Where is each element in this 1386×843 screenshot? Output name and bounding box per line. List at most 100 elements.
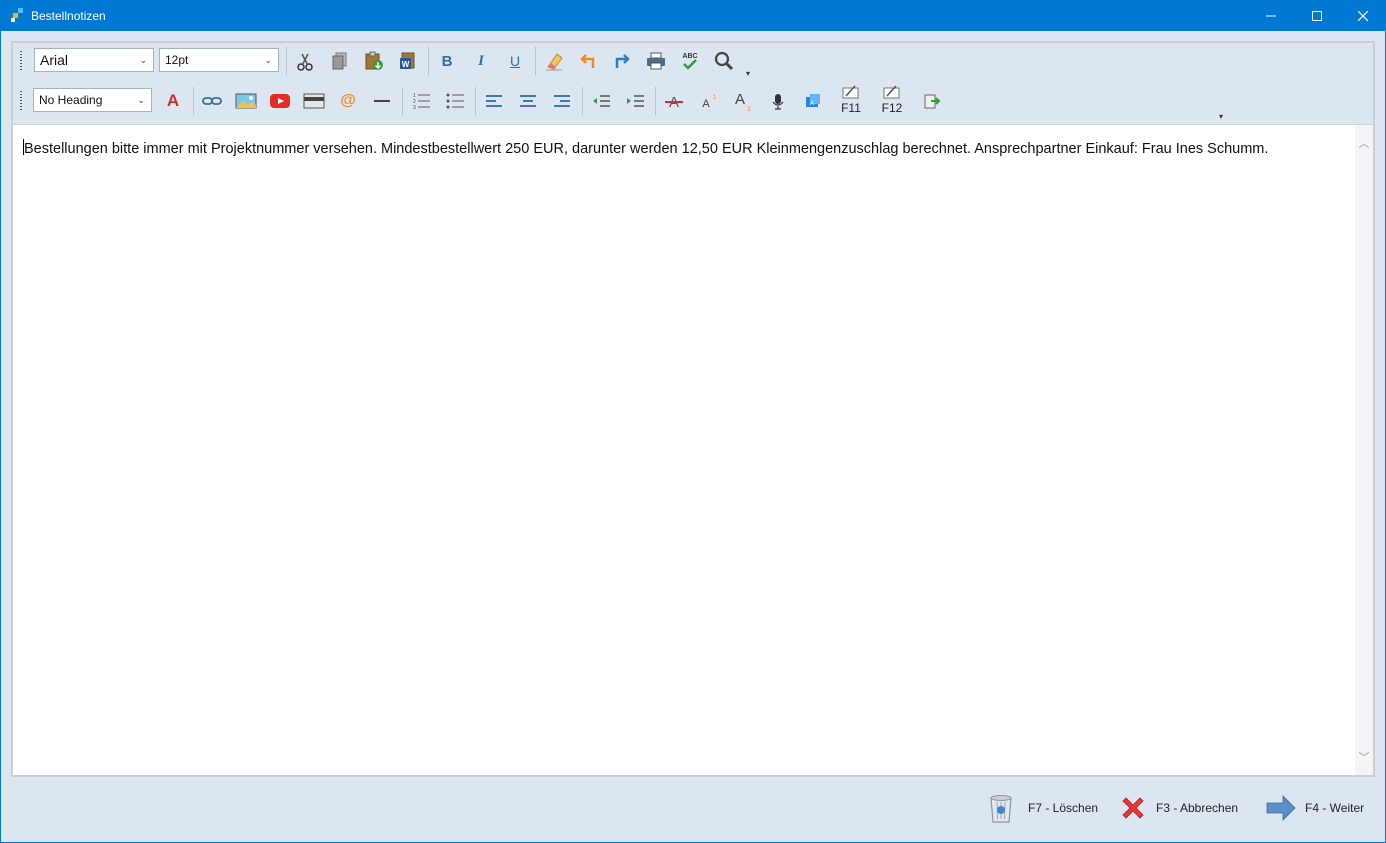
- font-color-icon: A: [166, 91, 180, 110]
- spellcheck-icon: ABC: [682, 53, 698, 70]
- superscript-button[interactable]: A 1: [695, 88, 721, 114]
- delete-label: F7 - Löschen: [1028, 801, 1099, 815]
- maximize-button[interactable]: [1294, 0, 1340, 31]
- close-button[interactable]: [1340, 0, 1386, 31]
- heading-select[interactable]: No Heading ⌄: [33, 88, 152, 112]
- arrow-right-icon: [1266, 795, 1296, 821]
- f12-button[interactable]: F12: [879, 84, 905, 116]
- svg-text:1: 1: [747, 106, 751, 113]
- toolbar-separator: [428, 47, 429, 75]
- print-icon: [647, 52, 665, 70]
- cut-button[interactable]: [292, 49, 318, 75]
- indent-button[interactable]: [622, 88, 648, 114]
- outdent-button[interactable]: [588, 88, 614, 114]
- translate-button[interactable]: A: [800, 88, 826, 114]
- bullet-list-icon: [446, 93, 464, 109]
- bullet-list-button[interactable]: [442, 88, 468, 114]
- next-button[interactable]: F4 - Weiter: [1265, 791, 1364, 825]
- email-icon: @: [340, 92, 356, 109]
- svg-text:A: A: [810, 101, 814, 107]
- undo-button[interactable]: [575, 48, 601, 74]
- print-button[interactable]: [643, 48, 669, 74]
- link-button[interactable]: [199, 88, 225, 114]
- card-icon: [303, 93, 325, 109]
- horizontal-rule-button[interactable]: [369, 88, 395, 114]
- heading-value: No Heading: [39, 93, 103, 107]
- export-icon: [924, 94, 941, 109]
- cancel-button[interactable]: F3 - Abbrechen: [1118, 791, 1238, 825]
- copy-button[interactable]: [327, 48, 353, 74]
- search-button[interactable]: [711, 48, 737, 74]
- f11-button[interactable]: F11: [838, 84, 864, 116]
- toolbar-separator: [193, 87, 194, 115]
- align-right-icon: [554, 95, 570, 107]
- f11-label: F11: [841, 101, 861, 115]
- svg-text:W: W: [402, 60, 410, 69]
- export-button[interactable]: [919, 88, 945, 114]
- toolbar-overflow-icon[interactable]: ▾: [1219, 112, 1223, 121]
- link-icon: [202, 97, 222, 105]
- youtube-button[interactable]: [267, 88, 293, 114]
- subscript-button[interactable]: A 1: [729, 88, 755, 114]
- indent-icon: [627, 95, 644, 107]
- font-size-select[interactable]: 12pt ⌄: [159, 48, 279, 72]
- font-color-button[interactable]: A: [160, 88, 186, 114]
- numbered-list-button[interactable]: 1 2 3: [408, 88, 434, 114]
- svg-text:ABC: ABC: [682, 53, 697, 60]
- subscript-icon: A 1: [735, 91, 751, 113]
- italic-button[interactable]: I: [468, 48, 494, 74]
- html-editor: Arial ⌄ 12pt ⌄ W B I U ABC ▾ No Heading …: [11, 41, 1375, 777]
- microphone-icon: [772, 94, 784, 110]
- f12-icon: [883, 85, 900, 99]
- trash-icon: [990, 795, 1012, 823]
- scroll-up-icon[interactable]: ︿: [1355, 135, 1373, 151]
- toolbar-grip[interactable]: [19, 90, 23, 112]
- image-button[interactable]: [233, 88, 259, 114]
- minimize-button[interactable]: [1248, 0, 1294, 31]
- title-bar: Bestellnotizen: [0, 0, 1386, 31]
- redo-icon: [615, 54, 630, 68]
- bold-button[interactable]: B: [434, 48, 460, 74]
- redo-button[interactable]: [609, 48, 635, 74]
- delete-button[interactable]: F7 - Löschen: [986, 791, 1098, 825]
- strikethrough-button[interactable]: A: [661, 88, 687, 114]
- align-center-icon: [520, 95, 536, 107]
- close-icon: [1358, 10, 1368, 21]
- font-family-select[interactable]: Arial ⌄: [34, 48, 154, 72]
- image-icon: [235, 93, 257, 109]
- toolbar-separator: [402, 87, 403, 115]
- clear-format-button[interactable]: [541, 48, 567, 74]
- insert-card-button[interactable]: [301, 88, 327, 114]
- spellcheck-button[interactable]: ABC: [677, 48, 703, 74]
- paste-button[interactable]: [361, 48, 387, 74]
- email-button[interactable]: @: [335, 88, 361, 114]
- svg-text:3: 3: [413, 105, 416, 111]
- font-size-value: 12pt: [165, 53, 189, 67]
- editor-toolbar: Arial ⌄ 12pt ⌄ W B I U ABC ▾ No Heading …: [13, 43, 1373, 125]
- paste-icon: [365, 51, 383, 70]
- minimize-icon: [1266, 15, 1276, 16]
- align-center-button[interactable]: [515, 88, 541, 114]
- toolbar-grip[interactable]: [19, 50, 23, 72]
- paste-word-button[interactable]: W: [395, 48, 421, 74]
- search-icon: [714, 51, 734, 71]
- translate-icon: A: [806, 94, 820, 107]
- next-label: F4 - Weiter: [1305, 801, 1365, 815]
- f11-icon: [842, 85, 859, 99]
- window-client: Arial ⌄ 12pt ⌄ W B I U ABC ▾ No Heading …: [1, 31, 1385, 842]
- youtube-icon: [270, 94, 290, 108]
- align-left-button[interactable]: [481, 88, 507, 114]
- underline-button[interactable]: U: [502, 48, 528, 74]
- scroll-down-icon[interactable]: ﹀: [1355, 749, 1373, 765]
- toolbar-overflow-icon[interactable]: ▾: [746, 69, 750, 78]
- bold-icon: B: [441, 52, 453, 70]
- undo-icon: [580, 54, 595, 68]
- maximize-icon: [1312, 10, 1322, 21]
- editor-content[interactable]: Bestellungen bitte immer mit Projektnumm…: [13, 125, 1355, 775]
- vertical-scrollbar[interactable]: ︿ ﹀: [1355, 125, 1373, 775]
- toolbar-separator: [286, 47, 287, 75]
- align-right-button[interactable]: [549, 88, 575, 114]
- clear-format-icon: [546, 53, 563, 71]
- paste-word-icon: W: [400, 52, 415, 69]
- dictation-button[interactable]: [765, 88, 791, 114]
